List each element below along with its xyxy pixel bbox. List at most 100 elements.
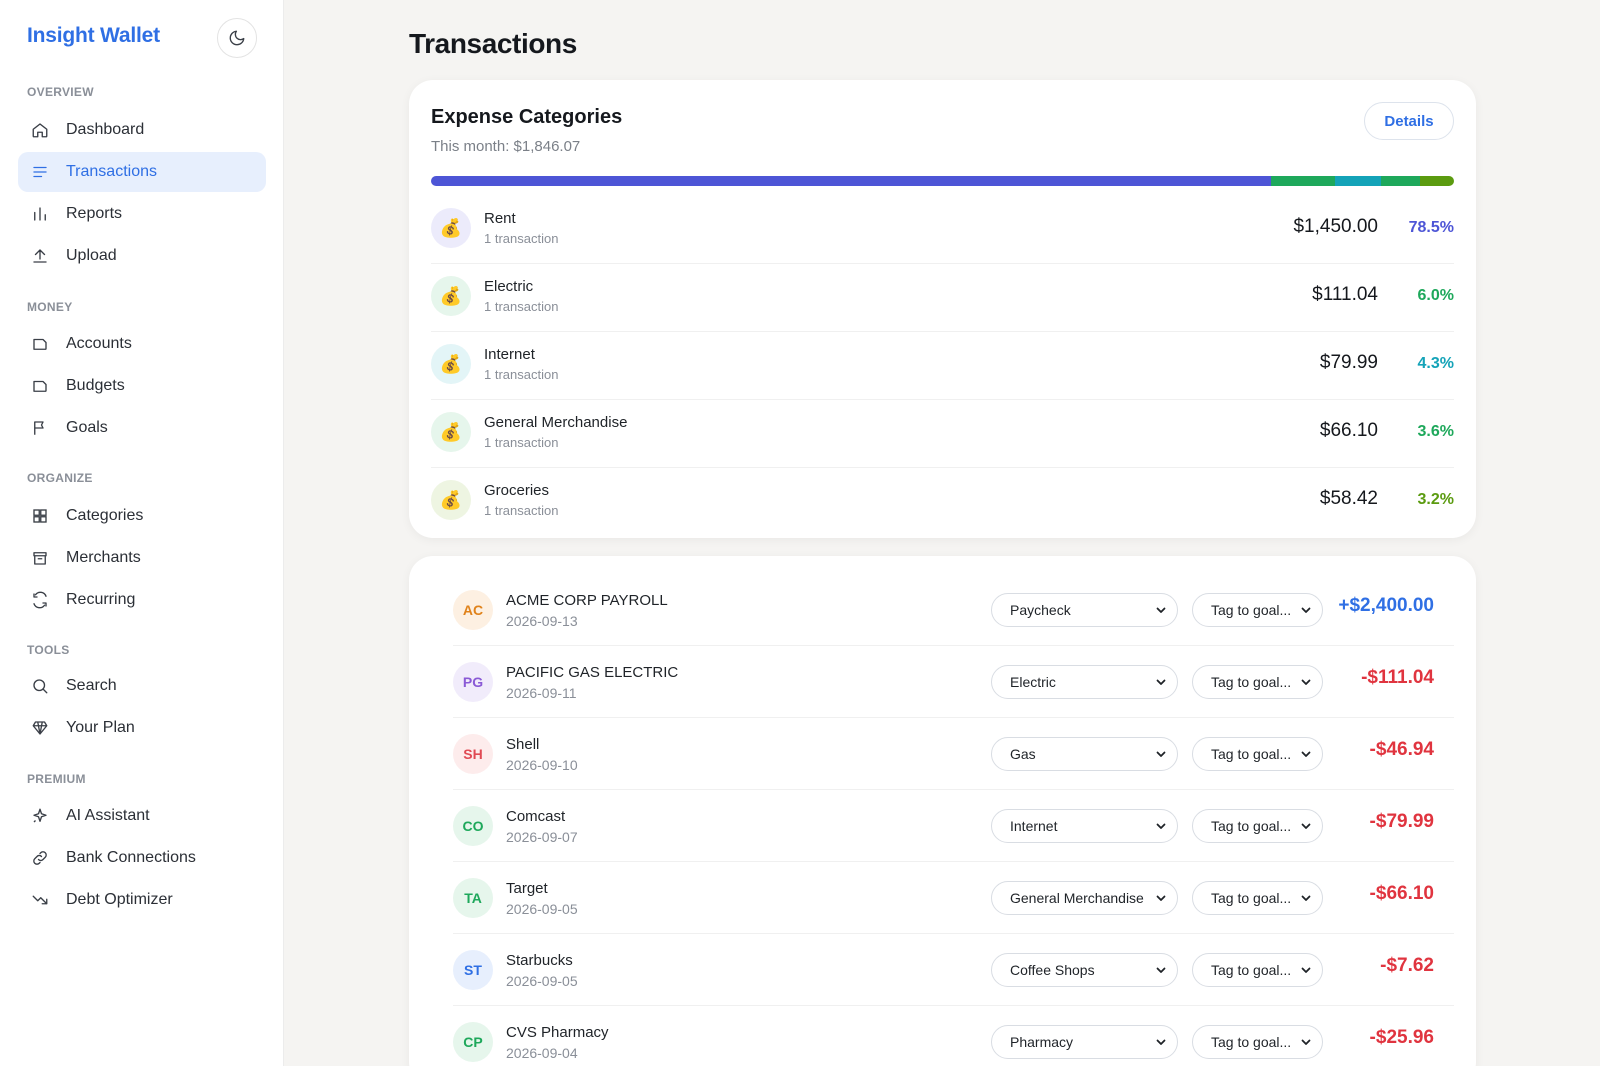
category-select-value: Paycheck: [1010, 602, 1071, 618]
goal-select[interactable]: Tag to goal...: [1192, 1025, 1323, 1059]
trend-down-icon: [30, 890, 50, 910]
avatar: PG: [453, 662, 493, 702]
upload-icon: [30, 246, 50, 266]
category-row[interactable]: 💰 Electric 1 transaction $111.04 6.0%: [431, 264, 1454, 332]
sidebar-item-dashboard[interactable]: Dashboard: [18, 110, 266, 150]
category-select-value: Internet: [1010, 818, 1058, 834]
category-amount: $58.42: [1319, 488, 1378, 509]
transaction-amount: -$46.94: [1369, 739, 1434, 760]
details-button[interactable]: Details: [1364, 102, 1454, 140]
sidebar-item-reports[interactable]: Reports: [18, 194, 266, 234]
sidebar-item-budgets[interactable]: Budgets: [18, 366, 266, 406]
flag-icon: [30, 418, 50, 438]
diamond-icon: [30, 718, 50, 738]
category-name: Internet: [484, 346, 535, 363]
goal-select[interactable]: Tag to goal...: [1192, 737, 1323, 771]
category-select[interactable]: Paycheck: [991, 593, 1178, 627]
goal-select[interactable]: Tag to goal...: [1192, 953, 1323, 987]
goal-select[interactable]: Tag to goal...: [1192, 809, 1323, 843]
transaction-amount: -$25.96: [1369, 1027, 1434, 1048]
merchant-name: ACME CORP PAYROLL: [506, 592, 668, 609]
table-row[interactable]: CO Comcast 2026-09-07 Internet Tag to goal..…: [453, 790, 1454, 862]
table-row[interactable]: AC ACME CORP PAYROLL 2026-09-13 Paycheck Tag…: [453, 574, 1454, 646]
page-title: Transactions: [409, 28, 577, 59]
category-amount: $1,450.00: [1293, 216, 1378, 237]
category-count: 1 transaction: [484, 503, 559, 518]
section-label-overview: OVERVIEW: [27, 85, 94, 99]
sidebar-item-label: Recurring: [66, 591, 136, 608]
category-row[interactable]: 💰 Groceries 1 transaction $58.42 3.2%: [431, 468, 1454, 536]
table-row[interactable]: SH Shell 2026-09-10 Gas Tag to goal... -$46.9…: [453, 718, 1454, 790]
table-row[interactable]: TA Target 2026-09-05 General Merchandise Tag…: [453, 862, 1454, 934]
list-icon: [30, 162, 50, 182]
goal-select[interactable]: Tag to goal...: [1192, 593, 1323, 627]
merchant-name: PACIFIC GAS ELECTRIC: [506, 664, 679, 681]
sidebar-item-recurring[interactable]: Recurring: [18, 580, 266, 620]
theme-toggle-button[interactable]: [217, 18, 257, 58]
section-label-money: MONEY: [27, 300, 73, 314]
expense-card-title: Expense Categories: [431, 106, 623, 128]
category-select-value: Electric: [1010, 674, 1056, 690]
category-select[interactable]: Coffee Shops: [991, 953, 1178, 987]
money-bag-icon: 💰: [431, 480, 471, 520]
category-select[interactable]: Electric: [991, 665, 1178, 699]
table-row[interactable]: CP CVS Pharmacy 2026-09-04 Pharmacy Tag to g…: [453, 1006, 1454, 1066]
money-bag-icon: 💰: [431, 412, 471, 452]
home-icon: [30, 120, 50, 140]
sidebar-item-label: Search: [66, 677, 117, 694]
category-percent: 78.5%: [1408, 219, 1454, 236]
category-select-value: Pharmacy: [1010, 1034, 1074, 1050]
merchant-name: CVS Pharmacy: [506, 1024, 609, 1041]
category-select[interactable]: Internet: [991, 809, 1178, 843]
sidebar-item-merchants[interactable]: Merchants: [18, 538, 266, 578]
category-select-value: General Merchandise: [1010, 890, 1144, 906]
sidebar-item-bank-connections[interactable]: Bank Connections: [18, 838, 266, 878]
sidebar-item-label: Your Plan: [66, 719, 135, 736]
sidebar-item-debt-optimizer[interactable]: Debt Optimizer: [18, 880, 266, 920]
sidebar-item-your-plan[interactable]: Your Plan: [18, 708, 266, 748]
sidebar-item-goals[interactable]: Goals: [18, 408, 266, 448]
sidebar-item-label: Goals: [66, 419, 108, 436]
category-row[interactable]: 💰 Internet 1 transaction $79.99 4.3%: [431, 332, 1454, 400]
category-select[interactable]: Pharmacy: [991, 1025, 1178, 1059]
merchant-name: Target: [506, 880, 548, 897]
sidebar-item-label: Transactions: [66, 163, 157, 180]
category-percent: 4.3%: [1417, 355, 1454, 372]
transaction-amount: -$111.04: [1361, 667, 1434, 688]
sidebar-item-categories[interactable]: Categories: [18, 496, 266, 536]
category-amount: $66.10: [1319, 420, 1378, 441]
sidebar-item-label: Dashboard: [66, 121, 145, 138]
sidebar-item-search[interactable]: Search: [18, 666, 266, 706]
transaction-date: 2026-09-07: [506, 829, 578, 845]
table-row[interactable]: ST Starbucks 2026-09-05 Coffee Shops Tag to …: [453, 934, 1454, 1006]
category-count: 1 transaction: [484, 231, 559, 246]
category-share-bar: [431, 176, 1454, 186]
category-row[interactable]: 💰 General Merchandise 1 transaction $66.10 3…: [431, 400, 1454, 468]
sidebar-item-accounts[interactable]: Accounts: [18, 324, 266, 364]
transaction-amount: -$7.62: [1380, 955, 1434, 976]
category-select[interactable]: Gas: [991, 737, 1178, 771]
brand-logo[interactable]: Insight Wallet: [27, 24, 160, 48]
section-label-premium: PREMIUM: [27, 772, 86, 786]
sidebar-item-upload[interactable]: Upload: [18, 236, 266, 276]
transaction-date: 2026-09-11: [506, 685, 577, 701]
goal-select[interactable]: Tag to goal...: [1192, 881, 1323, 915]
goal-select[interactable]: Tag to goal...: [1192, 665, 1323, 699]
share-segment-0: [431, 176, 1272, 186]
category-row[interactable]: 💰 Rent 1 transaction $1,450.00 78.5%: [431, 196, 1454, 264]
transaction-date: 2026-09-05: [506, 901, 578, 917]
goal-select-value: Tag to goal...: [1211, 962, 1292, 978]
transaction-date: 2026-09-13: [506, 613, 578, 629]
merchant-name: Comcast: [506, 808, 566, 825]
category-amount: $111.04: [1312, 284, 1378, 305]
table-row[interactable]: PG PACIFIC GAS ELECTRIC 2026-09-11 Electric…: [453, 646, 1454, 718]
money-bag-icon: 💰: [431, 208, 471, 248]
sidebar-item-transactions[interactable]: Transactions: [18, 152, 266, 192]
sidebar-item-ai-assistant[interactable]: AI Assistant: [18, 796, 266, 836]
category-count: 1 transaction: [484, 435, 559, 450]
category-select[interactable]: General Merchandise: [991, 881, 1178, 915]
category-name: Groceries: [484, 482, 550, 499]
expense-categories-card: Expense Categories This month: $1,846.07…: [409, 80, 1476, 538]
sidebar-item-label: Categories: [66, 507, 144, 524]
sidebar-item-label: Accounts: [66, 335, 132, 352]
